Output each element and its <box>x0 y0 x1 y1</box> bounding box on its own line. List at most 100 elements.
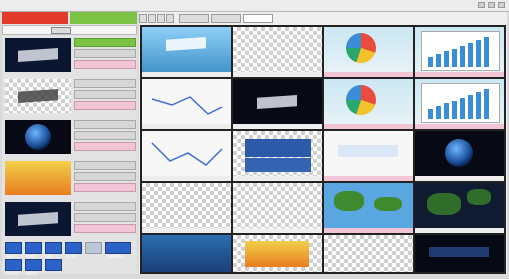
playlist-panel: SKIP BACK INF STOP CHANGE CLEAR INPUT <box>2 12 137 276</box>
window-titlebar <box>0 0 509 12</box>
inf-button[interactable]: INF <box>45 242 62 259</box>
globe-image <box>25 124 51 150</box>
preview-tile[interactable] <box>233 131 322 181</box>
input-button[interactable]: INPUT <box>25 259 42 276</box>
pie-chart-graphic <box>346 33 376 63</box>
globe-image <box>445 139 473 167</box>
list-item-thumbnail[interactable] <box>5 120 71 154</box>
tile-label <box>324 124 413 129</box>
skip-button[interactable]: SKIP <box>5 242 22 259</box>
back-button[interactable]: BACK <box>25 242 42 259</box>
list-item-title[interactable] <box>74 38 136 47</box>
playlist-toolbar <box>2 25 137 35</box>
list-item-time <box>74 49 136 58</box>
clock-graphic <box>245 139 311 157</box>
title-graphic <box>429 247 489 257</box>
control-button[interactable] <box>45 259 62 271</box>
close-icon[interactable] <box>498 2 505 8</box>
preview-tile[interactable] <box>233 79 322 129</box>
list-item-duration <box>74 183 136 192</box>
pie-chart-graphic <box>346 85 376 115</box>
preview-tile[interactable] <box>142 79 231 129</box>
list-item-time <box>74 172 136 181</box>
tile-label <box>233 72 322 77</box>
stop-button[interactable]: STOP <box>65 242 82 259</box>
tile-label <box>324 228 413 233</box>
list-item-time <box>74 90 136 99</box>
list-item-time <box>74 131 136 140</box>
list-item-title[interactable] <box>74 79 136 88</box>
tab-nav-icon[interactable] <box>157 14 165 23</box>
tile-label <box>142 72 231 77</box>
brand-logo <box>18 212 58 226</box>
change-button[interactable]: CHANGE <box>105 242 131 259</box>
tile-label <box>142 228 231 233</box>
line-chart-graphic <box>151 142 223 166</box>
brand-logo <box>257 95 297 109</box>
minimize-icon[interactable] <box>478 2 485 8</box>
preview-tile[interactable] <box>415 79 504 129</box>
preview-tile[interactable] <box>415 27 504 77</box>
preview-tile[interactable] <box>142 235 231 272</box>
preview-tile[interactable] <box>142 27 231 77</box>
preview-tile[interactable] <box>415 183 504 233</box>
map-graphic <box>415 183 504 228</box>
line-chart-graphic <box>151 96 223 115</box>
list-item-thumbnail[interactable] <box>5 79 71 113</box>
graphic-image <box>338 145 398 157</box>
preview-tile[interactable] <box>415 235 504 272</box>
list-item-duration <box>74 60 136 69</box>
list-item-duration <box>74 101 136 110</box>
tile-label <box>142 124 231 129</box>
tile-label <box>233 124 322 129</box>
preview-tile[interactable] <box>324 183 413 233</box>
list-item-info <box>74 120 136 153</box>
preview-tile[interactable] <box>233 183 322 233</box>
list-item-thumbnail[interactable] <box>5 161 71 195</box>
preview-tile[interactable] <box>324 131 413 181</box>
preview-tile[interactable] <box>324 79 413 129</box>
window-controls <box>478 2 505 8</box>
brand-logo <box>18 89 58 103</box>
list-item-thumbnail[interactable] <box>5 38 71 72</box>
tile-label <box>233 228 322 233</box>
preview-grid <box>140 25 506 274</box>
tab-1[interactable] <box>179 14 209 23</box>
tile-label <box>415 228 504 233</box>
tab-nav-icon[interactable] <box>139 14 147 23</box>
tab-2[interactable] <box>211 14 241 23</box>
bar-chart-graphic <box>421 83 500 123</box>
list-item-title[interactable] <box>74 202 136 211</box>
preview-tile[interactable] <box>233 27 322 77</box>
disabled-button[interactable] <box>85 242 102 254</box>
tile-label <box>415 124 504 129</box>
tab-3[interactable] <box>243 14 273 23</box>
preview-tile[interactable] <box>233 235 322 272</box>
list-item-title[interactable] <box>74 161 136 170</box>
list-item-time <box>74 213 136 222</box>
preview-tile[interactable] <box>415 131 504 181</box>
tile-label <box>233 176 322 181</box>
next-bar <box>70 12 137 24</box>
list-item-duration <box>74 224 136 233</box>
clear-button[interactable]: CLEAR <box>5 259 22 276</box>
list-item-title[interactable] <box>74 120 136 129</box>
bar-chart-graphic <box>421 31 500 71</box>
brand-logo <box>18 48 58 62</box>
playlist-header <box>2 12 137 24</box>
maximize-icon[interactable] <box>488 2 495 8</box>
preview-tile[interactable] <box>142 183 231 233</box>
preview-tile[interactable] <box>142 131 231 181</box>
map-graphic <box>324 183 413 228</box>
tab-nav-icon[interactable] <box>148 14 156 23</box>
toolbar-button[interactable] <box>51 27 71 34</box>
list-item-thumbnail[interactable] <box>5 202 71 236</box>
preview-panel <box>139 12 507 274</box>
list-item-info <box>74 79 136 112</box>
preview-tile[interactable] <box>324 27 413 77</box>
tile-label <box>415 176 504 181</box>
tab-nav-icon[interactable] <box>166 14 174 23</box>
tile-label <box>415 72 504 77</box>
preview-tile[interactable] <box>324 235 413 272</box>
playback-controls: SKIP BACK INF STOP CHANGE CLEAR INPUT <box>5 242 135 276</box>
